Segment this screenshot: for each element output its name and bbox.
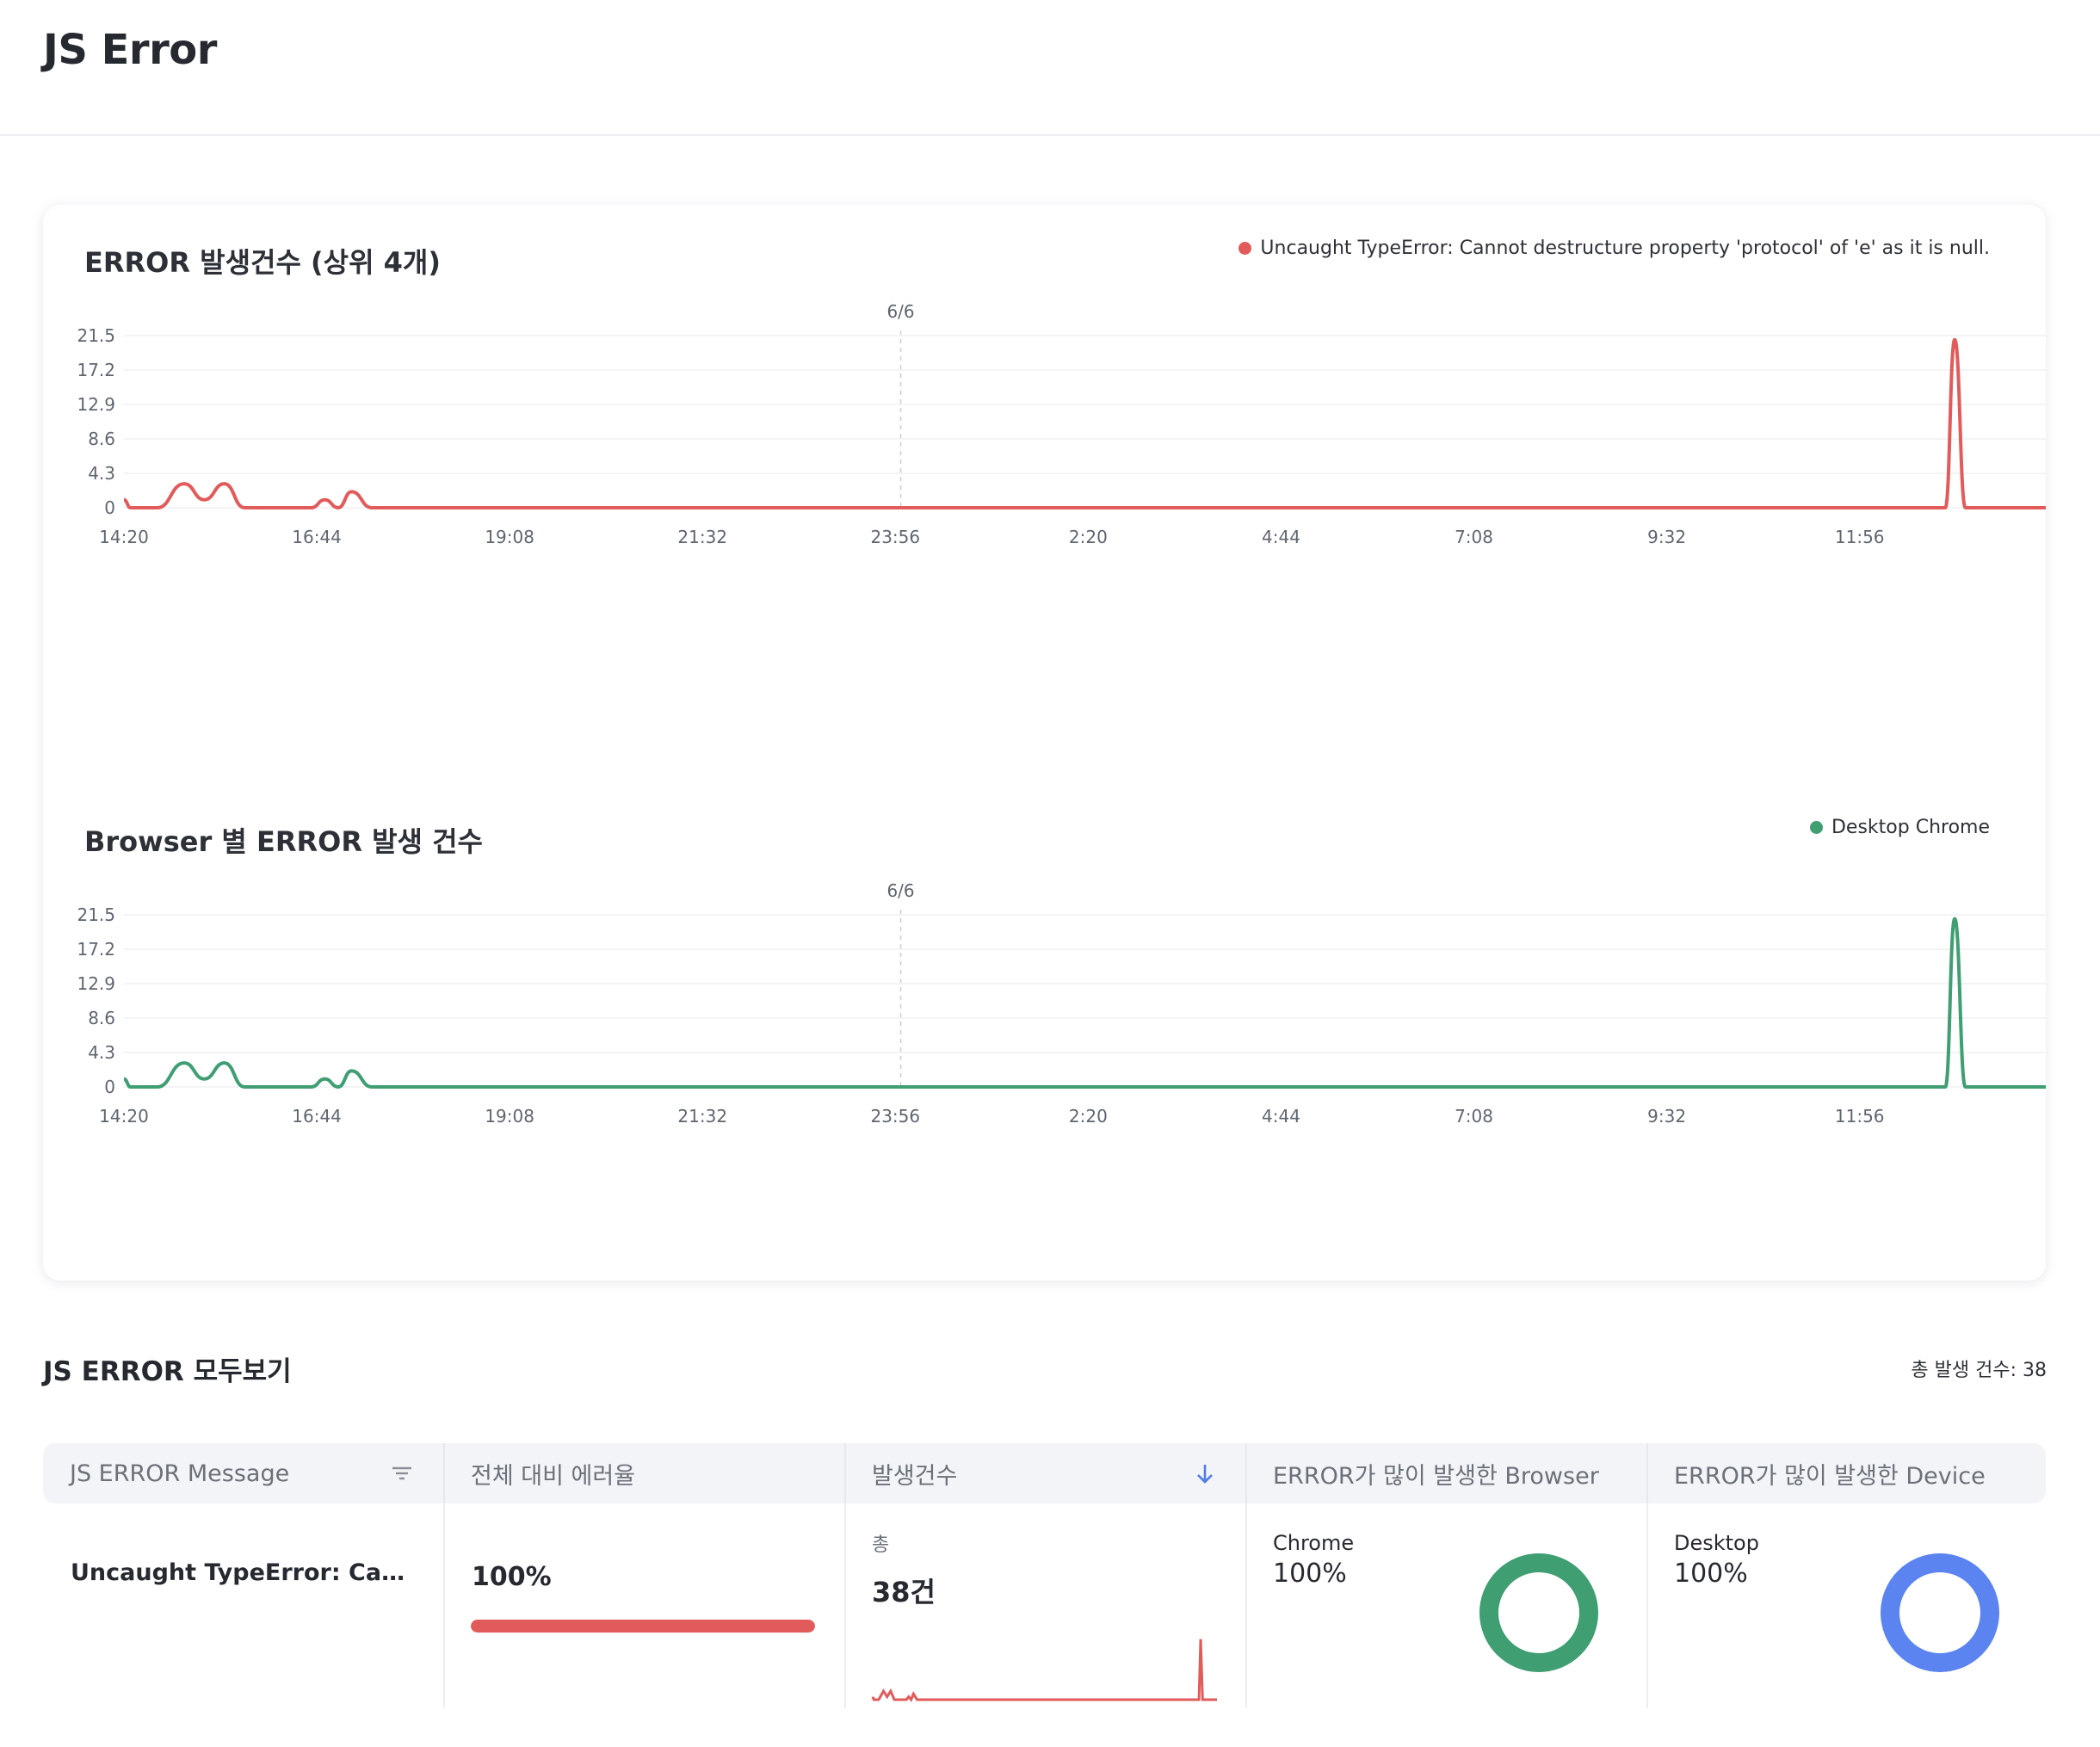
x-tick-label: 14:20: [99, 1106, 149, 1127]
donut-ring: [1881, 1553, 1999, 1672]
count-value: 38건: [872, 1576, 936, 1608]
y-tick-label: 4.3: [88, 463, 115, 484]
date-marker-label: 6/6: [886, 301, 914, 322]
x-tick-label: 2:20: [1069, 1106, 1108, 1127]
x-tick-label: 7:08: [1455, 527, 1493, 547]
y-tick-label: 8.6: [88, 429, 115, 449]
x-tick-label: 2:20: [1069, 527, 1108, 547]
column-header-browser[interactable]: ERROR가 많이 발생한 Browser: [1246, 1443, 1646, 1503]
error-message-cell[interactable]: Uncaught TypeError: Cannot destructure p…: [71, 1559, 415, 1586]
x-tick-label: 9:32: [1647, 527, 1686, 547]
x-tick-label: 16:44: [292, 527, 342, 547]
error-rate-value: 100%: [472, 1562, 552, 1592]
legend-label: Uncaught TypeError: Cannot destructure p…: [1260, 238, 1990, 259]
table-header: JS ERROR Message 전체 대비 에러율 발생건수 ERROR가 많…: [43, 1443, 2046, 1503]
chart-title: ERROR 발생건수 (상위 4개): [84, 246, 442, 279]
column-header-label: 전체 대비 에러율: [471, 1462, 636, 1490]
line-chart[interactable]: 21.5 17.2 12.9 8.6 4.3 0 14:20 16:44 19:08 21:32 2…: [43, 299, 2046, 558]
browser-percent: 100%: [1273, 1559, 1347, 1589]
table-row[interactable]: Uncaught TypeError: Cannot destructure p…: [43, 1503, 2046, 1708]
device-name: Desktop: [1674, 1531, 1759, 1555]
sparkline-path: [871, 1639, 1217, 1702]
column-divider: [1646, 1503, 1648, 1708]
x-tick-label: 9:32: [1647, 1106, 1686, 1127]
column-header-label: JS ERROR Message: [70, 1460, 290, 1487]
x-tick-label: 23:56: [870, 1106, 920, 1127]
column-header-label: ERROR가 많이 발생한 Browser: [1273, 1462, 1599, 1490]
x-tick-label: 7:08: [1455, 1106, 1493, 1127]
line-chart[interactable]: 21.5 17.2 12.9 8.6 4.3 0 14:20 16:44 19:08 21:32 2…: [43, 879, 2046, 1137]
x-tick-label: 23:56: [870, 527, 920, 547]
filter-icon[interactable]: [387, 1459, 417, 1488]
y-tick-label: 8.6: [88, 1008, 115, 1028]
y-tick-label: 21.5: [77, 325, 115, 346]
sort-arrow-down-icon[interactable]: [1190, 1459, 1220, 1488]
legend-dot-icon: [1809, 821, 1823, 834]
x-tick-label: 21:32: [677, 527, 727, 547]
chart-legend[interactable]: Uncaught TypeError: Cannot destructure p…: [1238, 238, 1990, 259]
column-header-count[interactable]: 발생건수: [845, 1443, 1245, 1503]
charts-card: ERROR 발생건수 (상위 4개) Uncaught TypeError: C…: [43, 205, 2046, 1281]
column-header-label: ERROR가 많이 발생한 Device: [1674, 1462, 1986, 1490]
y-tick-label: 0: [104, 1077, 115, 1097]
donut-ring: [1479, 1553, 1598, 1672]
device-percent: 100%: [1674, 1559, 1748, 1589]
total-count-label: 총 발생 건수: 38: [1911, 1360, 2047, 1381]
y-tick-label: 17.2: [77, 360, 115, 380]
x-tick-label: 4:44: [1262, 527, 1300, 547]
y-tick-label: 12.9: [77, 973, 115, 994]
browser-error-chart: Browser 별 ERROR 발생 건수 Desktop Chrome 21.…: [43, 784, 2046, 1266]
column-divider: [1245, 1503, 1247, 1708]
y-tick-label: 17.2: [77, 939, 115, 960]
error-rate-bar-fill: [471, 1620, 815, 1633]
series-line: [123, 917, 2046, 1089]
column-header-message[interactable]: JS ERROR Message: [43, 1443, 443, 1503]
column-header-label: 발생건수: [872, 1462, 958, 1490]
browser-name: Chrome: [1273, 1531, 1355, 1555]
x-tick-label: 4:44: [1262, 1106, 1300, 1127]
column-header-device[interactable]: ERROR가 많이 발생한 Device: [1647, 1443, 2046, 1503]
x-tick-label: 21:32: [677, 1106, 727, 1127]
x-tick-label: 14:20: [99, 527, 149, 547]
browser-donut-chart: [1479, 1553, 1598, 1672]
y-tick-label: 0: [104, 497, 115, 518]
device-donut-chart: [1881, 1553, 1999, 1672]
chart-title: Browser 별 ERROR 발생 건수: [84, 825, 483, 858]
error-rate-bar: [471, 1620, 815, 1633]
x-tick-label: 19:08: [485, 527, 534, 547]
y-tick-label: 12.9: [77, 394, 115, 415]
column-divider: [443, 1503, 445, 1708]
x-tick-label: 11:56: [1835, 527, 1885, 547]
x-tick-label: 19:08: [485, 1106, 534, 1127]
date-marker-label: 6/6: [886, 880, 914, 901]
chart-legend[interactable]: Desktop Chrome: [1809, 817, 1990, 838]
legend-dot-icon: [1238, 242, 1252, 255]
section-title: JS ERROR 모두보기: [43, 1356, 292, 1387]
page-header: JS Error: [0, 0, 2100, 136]
column-divider: [844, 1503, 846, 1708]
page-title: JS Error: [43, 26, 217, 74]
count-sparkline: [871, 1639, 1217, 1702]
column-header-rate[interactable]: 전체 대비 에러율: [444, 1443, 844, 1503]
series-line: [123, 337, 2046, 509]
x-tick-label: 11:56: [1835, 1106, 1885, 1127]
error-count-chart: ERROR 발생건수 (상위 4개) Uncaught TypeError: C…: [43, 205, 2046, 687]
y-tick-label: 4.3: [88, 1042, 115, 1063]
legend-label: Desktop Chrome: [1831, 817, 1990, 838]
y-tick-label: 21.5: [77, 904, 115, 925]
x-tick-label: 16:44: [292, 1106, 342, 1127]
count-prefix: 총: [872, 1534, 890, 1556]
